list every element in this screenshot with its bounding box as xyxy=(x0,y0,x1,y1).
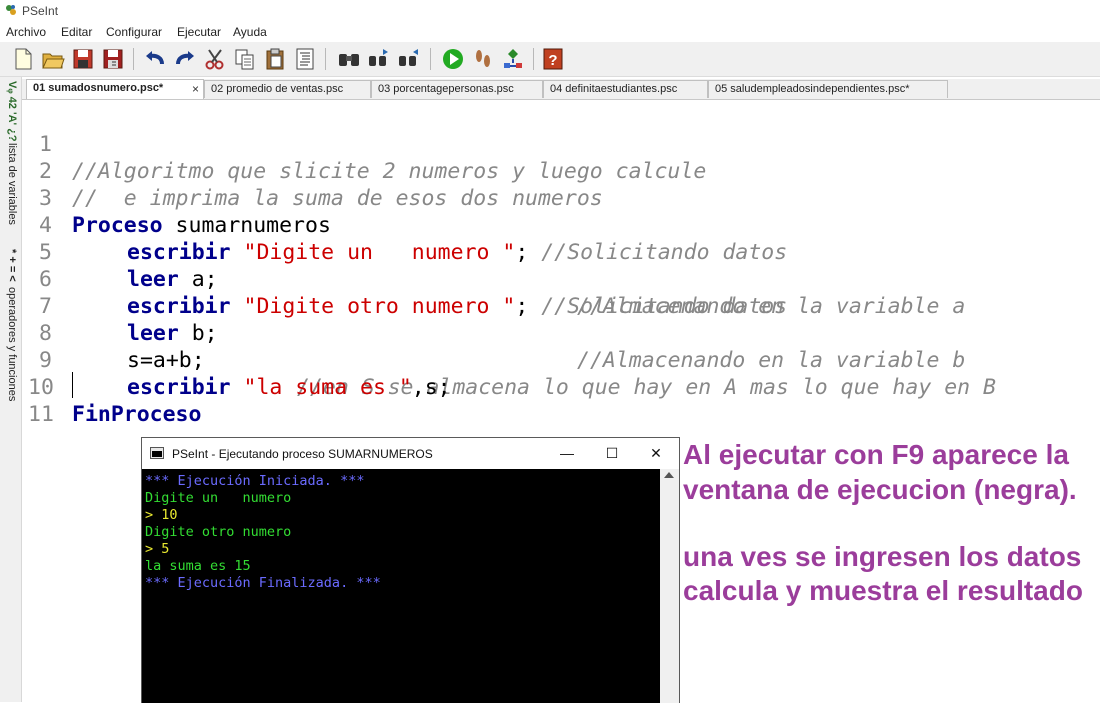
menu-archivo[interactable]: Archivo xyxy=(6,25,46,39)
annotation-line: una ves se ingresen los datos xyxy=(683,541,1082,572)
annotation-line: Al ejecutar con F9 aparece la xyxy=(683,439,1069,470)
toolbar-separator xyxy=(430,48,431,70)
console-line: > 5 xyxy=(145,541,170,557)
indent-icon[interactable] xyxy=(292,46,318,72)
paste-icon[interactable] xyxy=(262,46,288,72)
toolbar-separator xyxy=(133,48,134,70)
side-panel: Vᵩ 42 'A' ¿? lista de variables * + = < … xyxy=(0,77,22,702)
execution-window[interactable]: PSeInt - Ejecutando proceso SUMARNUMEROS… xyxy=(141,437,680,703)
code-line: 6 escribir "Digite otro numero "; //Soli… xyxy=(22,239,1100,319)
copy-icon[interactable] xyxy=(232,46,258,72)
annotation-line: ventana de ejecucion (negra). xyxy=(683,474,1077,505)
new-file-icon[interactable] xyxy=(10,46,36,72)
redo-icon[interactable] xyxy=(172,46,198,72)
tab-label: 05 saludempleadosindependientes.psc* xyxy=(715,83,910,95)
save-icon[interactable] xyxy=(70,46,96,72)
execution-window-title: PSeInt - Ejecutando proceso SUMARNUMEROS xyxy=(172,447,433,461)
console-line: > 10 xyxy=(145,507,178,523)
toolbar: ? xyxy=(0,42,1100,77)
annotation-line: calcula y muestra el resultado xyxy=(683,575,1083,606)
console-output[interactable]: *** Ejecución Iniciada. *** Digite un nu… xyxy=(142,469,660,703)
undo-icon[interactable] xyxy=(142,46,168,72)
text-cursor xyxy=(72,372,73,398)
find-icon[interactable] xyxy=(336,46,362,72)
window-title: PSeInt xyxy=(22,4,59,18)
save-as-icon[interactable] xyxy=(100,46,126,72)
operators-glyphs: * + = < xyxy=(6,249,18,282)
execution-window-titlebar[interactable]: PSeInt - Ejecutando proceso SUMARNUMEROS… xyxy=(142,438,679,469)
title-bar: PSeInt xyxy=(0,0,1100,22)
tab-promedio-de-ventas[interactable]: 02 promedio de ventas.psc xyxy=(204,80,371,98)
menu-bar: Archivo Editar Configurar Ejecutar Ayuda xyxy=(0,22,1100,42)
tab-label: 01 sumadosnumero.psc* xyxy=(33,82,164,94)
open-file-icon[interactable] xyxy=(40,46,66,72)
console-line: *** Ejecución Finalizada. *** xyxy=(145,575,381,591)
help-icon[interactable]: ? xyxy=(540,46,566,72)
console-line: *** Ejecución Iniciada. *** xyxy=(145,473,365,489)
tab-porcentagepersonas[interactable]: 03 porcentagepersonas.psc xyxy=(371,80,543,98)
toolbar-separator xyxy=(533,48,534,70)
line-number: 11 xyxy=(28,402,54,427)
step-by-step-icon[interactable] xyxy=(470,46,496,72)
maximize-button[interactable]: ☐ xyxy=(598,442,626,464)
code-line: 10 FinProceso xyxy=(22,347,1100,427)
cut-icon[interactable] xyxy=(202,46,228,72)
minimize-button[interactable]: — xyxy=(553,442,581,464)
console-line: Digite otro numero xyxy=(145,524,292,540)
variables-glyphs: Vᵩ 42 'A' ¿? xyxy=(6,81,18,142)
code-line: 9 escribir "la suma es ",s; xyxy=(22,320,1100,400)
tab-saludempleados[interactable]: 05 saludempleadosindependientes.psc* xyxy=(708,80,948,98)
menu-ejecutar[interactable]: Ejecutar xyxy=(177,25,221,39)
console-icon xyxy=(150,447,164,459)
svg-text:?: ? xyxy=(548,52,557,69)
side-tab-variables[interactable]: lista de variables xyxy=(3,143,18,225)
run-icon[interactable] xyxy=(440,46,466,72)
side-tab-operators[interactable]: operadores y funciones xyxy=(3,287,18,401)
tab-label: 03 porcentagepersonas.psc xyxy=(378,83,514,95)
flowchart-icon[interactable] xyxy=(500,46,526,72)
pseint-logo-icon xyxy=(4,3,18,17)
find-next-icon[interactable] xyxy=(396,46,422,72)
toolbar-separator xyxy=(325,48,326,70)
tab-definitaestudiantes[interactable]: 04 definitaestudiantes.psc xyxy=(543,80,708,98)
code-line: 2 // e imprima la suma de esos dos numer… xyxy=(22,131,1100,211)
code-line: 4 escribir "Digite un numero "; //Solici… xyxy=(22,185,1100,265)
console-line: la suma es 15 xyxy=(145,558,251,574)
scroll-up-arrow-icon[interactable] xyxy=(664,472,674,478)
console-scrollbar[interactable] xyxy=(660,469,679,703)
code-line: 11 xyxy=(22,374,1100,427)
find-previous-icon[interactable] xyxy=(366,46,392,72)
code-line: 1 //Algoritmo que slicite 2 numeros y lu… xyxy=(22,104,1100,184)
keyword: FinProceso xyxy=(72,402,202,427)
console-line: Digite un numero xyxy=(145,490,292,506)
tab-label: 04 definitaestudiantes.psc xyxy=(550,83,678,95)
code-line: 5 leer a; //Almacenando en la variable a xyxy=(22,212,1100,319)
close-button[interactable]: ✕ xyxy=(642,442,670,464)
menu-ayuda[interactable]: Ayuda xyxy=(233,25,267,39)
tab-bar: 01 sumadosnumero.psc* × 02 promedio de v… xyxy=(22,79,1100,100)
close-tab-icon[interactable]: × xyxy=(192,82,199,96)
code-line: 3 Proceso sumarnumeros xyxy=(22,158,1100,238)
menu-editar[interactable]: Editar xyxy=(61,25,92,39)
menu-configurar[interactable]: Configurar xyxy=(106,25,162,39)
tab-label: 02 promedio de ventas.psc xyxy=(211,83,344,95)
tab-sumadosnumero[interactable]: 01 sumadosnumero.psc* × xyxy=(26,79,204,99)
code-line: 8 s=a+b; //en S se almacena lo que hay e… xyxy=(22,293,1100,400)
code-line: 7 leer b; //Almacenando en la variable b xyxy=(22,266,1100,373)
